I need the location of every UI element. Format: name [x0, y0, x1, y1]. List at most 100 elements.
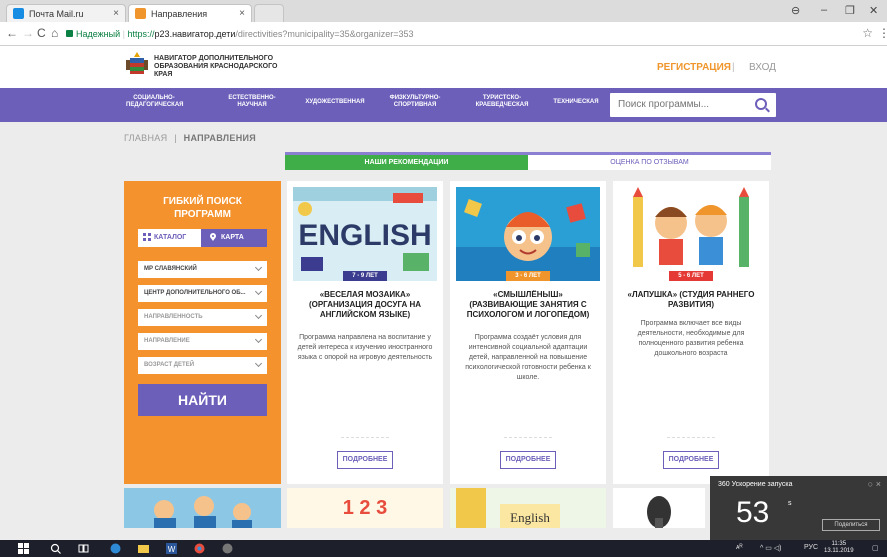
bookmark-star-icon[interactable]: ☆ [862, 26, 873, 40]
program-image: 5 - 6 ЛЕТ [619, 187, 763, 281]
browser-tab-mail[interactable]: Почта Mail.ru × [6, 4, 126, 22]
map-toggle-button[interactable]: КАРТА [201, 229, 267, 247]
maximize-icon[interactable]: ❐ [845, 4, 855, 17]
divider [667, 437, 715, 439]
register-link[interactable]: РЕГИСТРАЦИЯ [657, 62, 731, 73]
window-close-icon[interactable]: ✕ [869, 4, 878, 17]
program-description: Программа включает все виды деятельности… [637, 320, 745, 357]
clock-time: 11:35 [831, 541, 847, 547]
category-sport[interactable]: ФИЗКУЛЬТУРНО-СПОРТИВНАЯ [384, 95, 446, 109]
program-card[interactable] [613, 488, 705, 528]
category-technical[interactable]: ТЕХНИЧЕСКАЯ [548, 99, 604, 106]
url-scheme: https:// [127, 29, 155, 39]
details-button[interactable]: ПОДРОБНЕЕ [337, 451, 393, 469]
program-image [124, 488, 281, 528]
back-icon[interactable]: ← [6, 26, 18, 40]
program-image: ENGLISH 7 - 9 ЛЕТ [293, 187, 437, 281]
age-select[interactable]: ВОЗРАСТ ДЕТЕЙ [138, 357, 267, 374]
browser-tab-directions[interactable]: Направления × [128, 4, 252, 22]
numbers-text: 1 2 3 [343, 497, 387, 519]
close-icon[interactable]: ○ × [868, 479, 881, 489]
program-title[interactable]: «ЛАПУШКА» (СТУДИЯ РАННЕГО РАЗВИТИЯ) [621, 290, 761, 310]
program-card[interactable] [124, 488, 281, 528]
share-button[interactable]: Поделиться [822, 519, 880, 531]
program-image: 3 - 6 ЛЕТ [456, 187, 600, 281]
tab-label: Почта Mail.ru [29, 9, 84, 19]
english-book-text: English [510, 510, 550, 525]
catalog-toggle-button[interactable]: КАТАЛОГ [138, 229, 201, 247]
english-text: ENGLISH [298, 219, 431, 252]
microphone-image [613, 488, 705, 528]
url-host: р23.навигатор.дети [154, 29, 236, 39]
login-link[interactable]: ВХОД [749, 62, 776, 73]
url-field[interactable]: Надежный | https://р23.навигатор.дети/di… [66, 26, 866, 42]
breadcrumb-current: НАПРАВЛЕНИЯ [183, 133, 257, 143]
category-tourism[interactable]: ТУРИСТСКО-КРАЕВЕДЧЕСКАЯ [470, 95, 534, 109]
chevron-down-icon [254, 359, 263, 368]
focus-select[interactable]: НАПРАВЛЕННОСТЬ [138, 309, 267, 326]
select-value: НАПРАВЛЕНИЕ [144, 338, 190, 344]
tab-recommendations[interactable]: НАШИ РЕКОМЕНДАЦИИ [285, 155, 528, 170]
municipality-select[interactable]: МР СЛАВЯНСКИЙ [138, 261, 267, 278]
explorer-icon[interactable] [138, 543, 149, 554]
breadcrumb-home[interactable]: ГЛАВНАЯ [124, 133, 167, 143]
search-input[interactable] [618, 99, 748, 110]
program-title[interactable]: «СМЫШЛЁНЫШ» (РАЗВИВАЮЩИЕ ЗАНЯТИЯ С ПСИХО… [458, 290, 598, 320]
details-button[interactable]: ПОДРОБНЕЕ [663, 451, 719, 469]
new-tab-button[interactable] [254, 4, 284, 22]
language-indicator[interactable]: РУС [804, 544, 818, 551]
program-card[interactable]: 1 2 3 [287, 488, 443, 528]
browser-tabbar: Почта Mail.ru × Направления × ⊖ – ❐ ✕ [0, 0, 887, 22]
age-badge: 7 - 9 ЛЕТ [343, 271, 387, 281]
forward-icon[interactable]: → [22, 26, 34, 40]
category-art[interactable]: ХУДОЖЕСТВЕННАЯ [300, 99, 370, 106]
notification-center-icon[interactable]: ▢ [872, 544, 879, 552]
svg-text:W: W [168, 545, 176, 554]
details-button[interactable]: ПОДРОБНЕЕ [500, 451, 556, 469]
category-natural-science[interactable]: ЕСТЕСТВЕННО-НАУЧНАЯ [226, 95, 278, 109]
close-icon[interactable]: × [113, 8, 119, 19]
organization-select[interactable]: ЦЕНТР ДОПОЛНИТЕЛЬНОГО ОБ... [138, 285, 267, 302]
home-icon[interactable]: ⌂ [51, 26, 58, 40]
program-description: Программа направлена на воспитание у дет… [297, 334, 433, 361]
map-label: КАРТА [221, 234, 244, 241]
krasnodar-crest-icon [126, 52, 148, 74]
direction-select[interactable]: НАПРАВЛЕНИЕ [138, 333, 267, 350]
reload-icon[interactable]: C [37, 26, 46, 40]
program-card[interactable]: English [450, 488, 606, 528]
smart-kid-illustration [456, 187, 600, 281]
windows-start-icon[interactable] [18, 543, 29, 554]
program-card[interactable]: 3 - 6 ЛЕТ «СМЫШЛЁНЫШ» (РАЗВИВАЮЩИЕ ЗАНЯТ… [450, 181, 606, 484]
program-image: 1 2 3 [287, 488, 443, 528]
find-button[interactable]: НАЙТИ [138, 384, 267, 416]
navigator-favicon-icon [135, 8, 146, 19]
program-card[interactable]: 5 - 6 ЛЕТ «ЛАПУШКА» (СТУДИЯ РАННЕГО РАЗВ… [613, 181, 769, 484]
tray-icons[interactable]: ^ ▭ ◁) [760, 544, 782, 552]
clock[interactable]: 11:35 13.11.2019 [824, 541, 854, 555]
notification-title: 360 Ускорение запуска [718, 481, 793, 488]
tab-ratings[interactable]: ОЦЕНКА ПО ОТЗЫВАМ [528, 155, 771, 170]
task-view-icon[interactable] [78, 543, 89, 554]
user-tray-icon[interactable]: ᴀᴿ [736, 544, 743, 551]
filter-title: ГИБКИЙ ПОИСК ПРОГРАММ [124, 195, 281, 221]
age-badge: 3 - 6 ЛЕТ [506, 271, 550, 281]
menu-icon[interactable]: ⋮ [878, 26, 887, 40]
profile-icon[interactable]: ⊖ [791, 4, 800, 17]
program-image: English [450, 488, 606, 528]
lock-icon [66, 30, 73, 37]
edge-icon[interactable] [110, 543, 121, 554]
app-icon[interactable] [222, 543, 233, 554]
minimize-icon[interactable]: – [821, 4, 827, 16]
category-social-pedagogical[interactable]: СОЦИАЛЬНО-ПЕДАГОГИЧЕСКАЯ [126, 95, 183, 109]
program-card[interactable]: ENGLISH 7 - 9 ЛЕТ «ВЕСЕЛАЯ МОЗАИКА» (ОРГ… [287, 181, 443, 484]
address-bar: ← → C ⌂ Надежный | https://р23.навигатор… [0, 22, 887, 46]
word-icon[interactable]: W [166, 543, 177, 554]
chrome-icon[interactable] [194, 543, 205, 554]
search-icon[interactable] [50, 543, 61, 554]
select-value: НАПРАВЛЕННОСТЬ [144, 314, 203, 320]
close-icon[interactable]: × [239, 8, 245, 19]
program-title[interactable]: «ВЕСЕЛАЯ МОЗАИКА» (ОРГАНИЗАЦИЯ ДОСУГА НА… [295, 290, 435, 320]
category-nav: СОЦИАЛЬНО-ПЕДАГОГИЧЕСКАЯ ЕСТЕСТВЕННО-НАУ… [0, 88, 887, 122]
search-icon[interactable] [755, 98, 767, 110]
org-name[interactable]: НАВИГАТОР ДОПОЛНИТЕЛЬНОГО ОБРАЗОВАНИЯ КР… [154, 55, 284, 79]
